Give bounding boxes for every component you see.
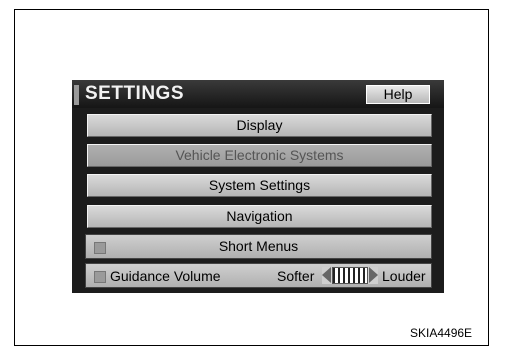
navigation-button[interactable]: Navigation (87, 205, 432, 228)
display-button[interactable]: Display (87, 114, 432, 137)
settings-screen: SETTINGS Help Display Vehicle Electronic… (72, 80, 444, 293)
volume-decrease-arrow-icon[interactable] (322, 267, 331, 283)
figure-code: SKIA4496E (410, 326, 473, 340)
title-accent (74, 85, 79, 105)
help-button[interactable]: Help (366, 85, 430, 104)
volume-level-bar (332, 267, 368, 284)
guidance-volume-checkbox[interactable] (94, 271, 106, 283)
louder-label: Louder (382, 268, 426, 284)
system-settings-button[interactable]: System Settings (87, 174, 432, 197)
title-bar: SETTINGS Help (72, 80, 444, 108)
guidance-volume-row: Guidance Volume Softer Louder (85, 263, 432, 288)
short-menus-row[interactable]: Short Menus (85, 234, 432, 259)
vehicle-electronic-systems-button[interactable]: Vehicle Electronic Systems (87, 144, 432, 167)
page-title: SETTINGS (85, 83, 185, 104)
volume-increase-arrow-icon[interactable] (369, 267, 378, 283)
softer-label: Softer (277, 268, 315, 284)
volume-slider[interactable] (322, 267, 378, 284)
guidance-volume-label: Guidance Volume (110, 268, 221, 284)
short-menus-label: Short Menus (218, 238, 299, 254)
